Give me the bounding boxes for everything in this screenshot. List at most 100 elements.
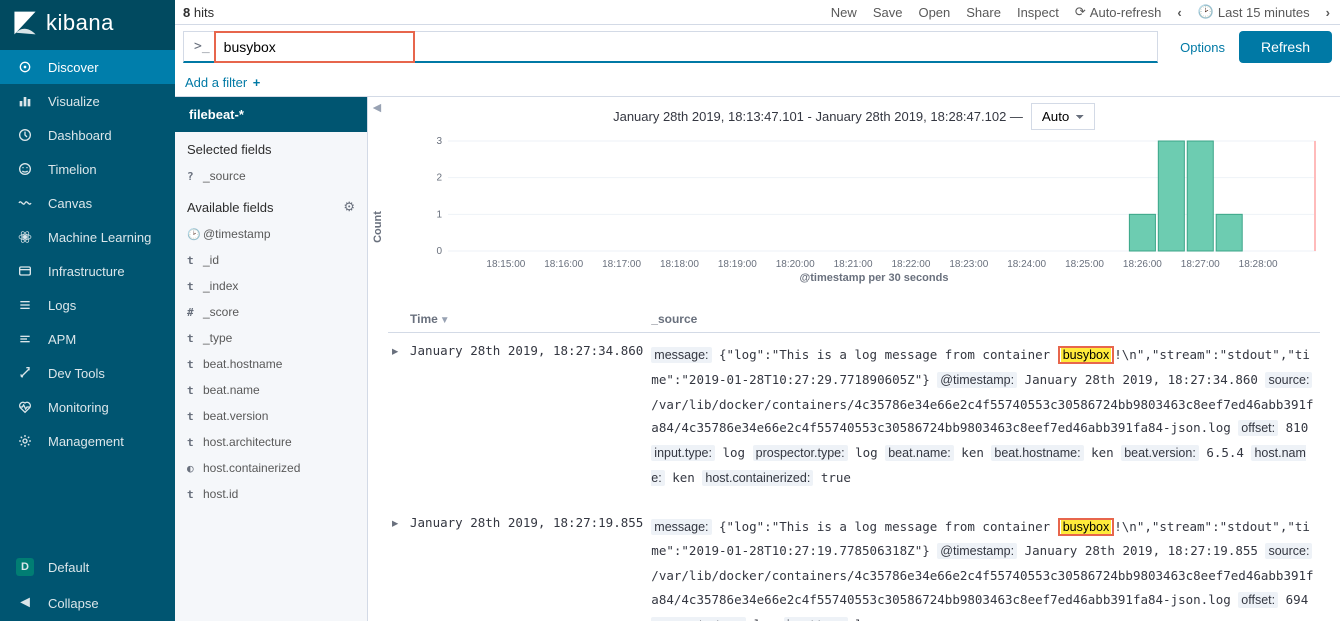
sidebar-item-infrastructure[interactable]: Infrastructure <box>0 254 175 288</box>
field-type-icon: t <box>187 410 203 423</box>
selected-fields-heading: Selected fields <box>175 132 367 163</box>
content: ◄ January 28th 2019, 18:13:47.101 - Janu… <box>368 97 1340 621</box>
sidebar-item-apm[interactable]: APM <box>0 322 175 356</box>
histogram[interactable]: Count 012318:15:0018:16:0018:17:0018:18:… <box>368 136 1340 306</box>
time-picker[interactable]: 🕑 Last 15 minutes <box>1198 4 1310 20</box>
expand-toggle[interactable]: ▸ <box>388 333 406 505</box>
timerange-row: January 28th 2019, 18:13:47.101 - Januar… <box>368 97 1340 136</box>
action-autorefresh[interactable]: ⟳ Auto-refresh <box>1075 4 1161 20</box>
svg-text:18:23:00: 18:23:00 <box>949 259 988 270</box>
action-open[interactable]: Open <box>918 5 950 20</box>
svg-text:18:17:00: 18:17:00 <box>602 259 641 270</box>
sidebar-item-label: Visualize <box>48 94 100 109</box>
nav-icon <box>14 365 36 381</box>
svg-text:18:27:00: 18:27:00 <box>1181 259 1220 270</box>
field-name: _score <box>203 305 239 319</box>
gear-icon[interactable]: ⚙ <box>343 199 355 215</box>
nav-icon <box>14 229 36 245</box>
field-host.id[interactable]: thost.id <box>175 481 367 507</box>
sidebar-item-label: Monitoring <box>48 400 109 415</box>
annotation-box <box>214 31 415 63</box>
time-next[interactable]: › <box>1326 5 1330 20</box>
fields-panel: filebeat-* Selected fields ?_source Avai… <box>175 97 368 621</box>
sidebar-item-dev-tools[interactable]: Dev Tools <box>0 356 175 390</box>
field-name: host.id <box>203 487 238 501</box>
sidebar-item-label: Dev Tools <box>48 366 105 381</box>
sidebar-label: Collapse <box>48 596 99 611</box>
filter-bar: Add a filter + <box>175 69 1340 97</box>
action-share[interactable]: Share <box>966 5 1001 20</box>
nav-icon <box>14 433 36 449</box>
sidebar-item-label: Canvas <box>48 196 92 211</box>
nav-icon <box>14 331 36 347</box>
sidebar-item-label: Infrastructure <box>48 264 125 279</box>
query-bar: >_ Options Refresh <box>175 25 1340 69</box>
topbar: 8 hits New Save Open Share Inspect ⟳ Aut… <box>175 0 1340 25</box>
svg-text:18:21:00: 18:21:00 <box>834 259 873 270</box>
query-input-wrap[interactable]: >_ <box>183 31 1158 63</box>
field-@timestamp[interactable]: 🕑@timestamp <box>175 221 367 247</box>
svg-text:18:15:00: 18:15:00 <box>486 259 525 270</box>
field-_score[interactable]: #_score <box>175 299 367 325</box>
sidebar-item-label: Discover <box>48 60 99 75</box>
sidebar-collapse[interactable]: ◄ Collapse <box>0 585 175 621</box>
main: 8 hits New Save Open Share Inspect ⟳ Aut… <box>175 0 1340 621</box>
field-_index[interactable]: t_index <box>175 273 367 299</box>
expand-toggle[interactable]: ▸ <box>388 505 406 621</box>
field-_type[interactable]: t_type <box>175 325 367 351</box>
refresh-button[interactable]: Refresh <box>1239 31 1332 63</box>
field-beat.hostname[interactable]: tbeat.hostname <box>175 351 367 377</box>
sidebar-item-monitoring[interactable]: Monitoring <box>0 390 175 424</box>
plus-icon: + <box>249 75 260 90</box>
sidebar-item-discover[interactable]: Discover <box>0 50 175 84</box>
sidebar-item-management[interactable]: Management <box>0 424 175 458</box>
field-type-icon: t <box>187 358 203 371</box>
nav-icon <box>14 127 36 143</box>
sidebar-item-label: Machine Learning <box>48 230 151 245</box>
time-prev[interactable]: ‹ <box>1177 5 1181 20</box>
query-input[interactable] <box>224 39 405 55</box>
field-type-icon: # <box>187 306 203 319</box>
query-options[interactable]: Options <box>1166 31 1239 63</box>
sidebar-item-canvas[interactable]: Canvas <box>0 186 175 220</box>
field-host.containerized[interactable]: ◐host.containerized <box>175 455 367 481</box>
sidebar-item-label: Logs <box>48 298 76 313</box>
svg-text:18:16:00: 18:16:00 <box>544 259 583 270</box>
sidebar-item-visualize[interactable]: Visualize <box>0 84 175 118</box>
svg-text:18:22:00: 18:22:00 <box>891 259 930 270</box>
sidebar-item-logs[interactable]: Logs <box>0 288 175 322</box>
prompt-icon: >_ <box>194 39 210 54</box>
hits-count: 8 hits <box>175 5 214 20</box>
add-filter[interactable]: Add a filter + <box>185 75 260 90</box>
kibana-logo[interactable]: kibana <box>0 0 175 50</box>
sidebar-item-machine-learning[interactable]: Machine Learning <box>0 220 175 254</box>
cell-time: January 28th 2019, 18:27:19.855 <box>406 505 647 621</box>
sidebar-space-default[interactable]: D Default <box>0 549 175 585</box>
sidebar-item-timelion[interactable]: Timelion <box>0 152 175 186</box>
sort-desc-icon: ▼ <box>440 315 450 326</box>
index-pattern[interactable]: filebeat-* <box>175 97 367 132</box>
field-beat.version[interactable]: tbeat.version <box>175 403 367 429</box>
interval-select[interactable]: Auto <box>1031 103 1095 130</box>
field-name: @timestamp <box>203 227 271 241</box>
field-name: host.architecture <box>203 435 292 449</box>
field-_id[interactable]: t_id <box>175 247 367 273</box>
timerange-text: January 28th 2019, 18:13:47.101 - Januar… <box>613 109 1023 124</box>
field-beat.name[interactable]: tbeat.name <box>175 377 367 403</box>
field-type-icon: t <box>187 384 203 397</box>
collapse-fields-icon[interactable]: ◄ <box>368 97 388 119</box>
y-axis-label: Count <box>372 211 384 243</box>
sidebar-item-dashboard[interactable]: Dashboard <box>0 118 175 152</box>
field-name: _type <box>203 331 232 345</box>
field-host.architecture[interactable]: thost.architecture <box>175 429 367 455</box>
col-time[interactable]: Time▼ <box>406 306 647 333</box>
field-type-icon: t <box>187 332 203 345</box>
action-save[interactable]: Save <box>873 5 903 20</box>
field-type-icon: t <box>187 280 203 293</box>
action-inspect[interactable]: Inspect <box>1017 5 1059 20</box>
col-source[interactable]: _source <box>647 306 1320 333</box>
action-new[interactable]: New <box>831 5 857 20</box>
field-name: beat.version <box>203 409 268 423</box>
field-name: _source <box>203 169 246 183</box>
field-_source[interactable]: ?_source <box>175 163 367 189</box>
